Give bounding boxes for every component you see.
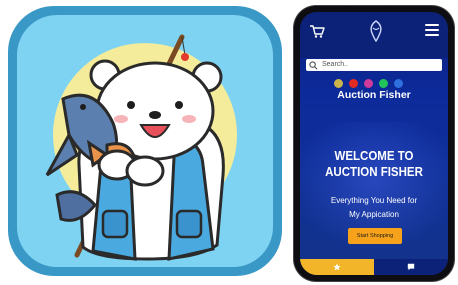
chat-icon <box>407 263 415 271</box>
bear-eye-right <box>175 101 183 109</box>
polar-bear-fisher-illustration <box>45 34 237 261</box>
bottom-tab-bar <box>300 259 448 275</box>
bear-paw-right <box>125 155 165 187</box>
instagram-icon[interactable] <box>364 78 373 88</box>
bobber <box>181 53 189 61</box>
search-bar[interactable]: Search.. <box>306 59 442 71</box>
social-links <box>334 78 424 88</box>
hero-heading-line1: WELCOME TO <box>334 149 414 163</box>
app-icon[interactable] <box>8 6 282 276</box>
cart-icon[interactable] <box>309 24 325 38</box>
hero-heading: WELCOME TO AUCTION FISHER <box>306 148 442 180</box>
tab-home[interactable] <box>300 259 374 275</box>
hero-tagline: Everything You Need for My Appication <box>300 194 448 222</box>
star-icon <box>333 263 341 271</box>
spotify-icon[interactable] <box>379 78 388 88</box>
hamburger-menu-icon[interactable] <box>425 24 439 36</box>
hero-tagline-line1: Everything You Need for <box>330 196 418 205</box>
phone-frame: Search.. Auction Fisher WELCOME TO AUCTI… <box>294 6 454 281</box>
phone-screen: Search.. Auction Fisher WELCOME TO AUCTI… <box>300 12 448 275</box>
start-shopping-button[interactable]: Start Shopping <box>348 228 402 244</box>
app-icon-background <box>17 15 273 267</box>
search-icon <box>309 60 318 69</box>
search-input[interactable]: Search.. <box>322 59 348 71</box>
facebook-icon[interactable] <box>394 78 403 88</box>
hero-tagline-line2: My Appication <box>349 210 399 219</box>
vest-pocket-left <box>101 209 129 239</box>
fishing-hook-icon[interactable] <box>334 78 343 88</box>
bear-eye-left <box>127 101 135 109</box>
vest-pocket-right <box>175 209 203 239</box>
tab-chat[interactable] <box>374 259 448 275</box>
phone-notch <box>348 6 388 12</box>
hero-heading-line2: AUCTION FISHER <box>325 165 423 179</box>
top-navigation-bar <box>300 12 448 58</box>
fish-logo-icon[interactable] <box>367 20 385 42</box>
youtube-icon[interactable] <box>349 78 358 88</box>
bear-nose <box>149 111 161 119</box>
brand-title: Auction Fisher <box>337 89 411 101</box>
